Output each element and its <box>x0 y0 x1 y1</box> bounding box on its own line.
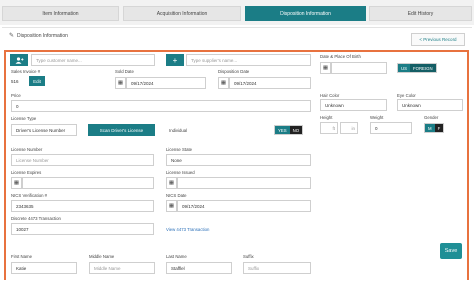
eye-color-label: Eye Color <box>397 93 416 98</box>
scan-license-button[interactable]: Scan Driver's License <box>88 124 155 136</box>
tab-bar: Item Information Acquisition Information… <box>0 0 474 25</box>
suffix-input[interactable]: Suffix <box>243 262 311 274</box>
tab-edit-history[interactable]: Edit History <box>369 6 472 21</box>
license-type-label: License Type <box>11 116 37 121</box>
middle-name-input[interactable]: Middle Name <box>89 262 155 274</box>
height-feet-input[interactable]: ft <box>320 122 338 134</box>
atf-transaction-label: Discrete 4473 Transaction <box>11 216 61 221</box>
sold-date-input[interactable]: 09/17/2024 <box>126 77 206 89</box>
gender-toggle[interactable]: M F <box>424 123 445 133</box>
nics-date-input[interactable]: 09/17/2024 <box>177 200 311 212</box>
tab-item-information[interactable]: Item Information <box>2 6 119 21</box>
license-number-label: License Number <box>11 147 43 152</box>
birthplace-us[interactable]: US <box>398 64 410 72</box>
calendar-icon[interactable]: ▦ <box>166 200 177 212</box>
calendar-icon[interactable]: ▦ <box>320 62 331 74</box>
sales-invoice-value: 516 <box>11 79 19 84</box>
birthplace-toggle[interactable]: US FOREIGN <box>397 63 437 73</box>
license-issued-input[interactable] <box>177 177 311 189</box>
individual-label: Individual <box>169 128 188 133</box>
calendar-icon[interactable]: ▦ <box>166 177 177 189</box>
previous-record-button[interactable]: < Previous Record <box>411 33 465 46</box>
license-expires-label: License Expires <box>11 170 42 175</box>
edit-invoice-button[interactable]: Edit <box>29 76 45 86</box>
last-name-input[interactable]: Stafflel <box>166 262 232 274</box>
license-expires-input[interactable] <box>22 177 154 189</box>
add-customer-button[interactable] <box>10 54 28 66</box>
license-number-input[interactable]: License Number <box>11 154 154 166</box>
license-type-select[interactable]: Driver's License Number <box>11 124 77 136</box>
gender-female[interactable]: F <box>434 124 444 132</box>
birthplace-foreign[interactable]: FOREIGN <box>409 64 436 72</box>
license-state-select[interactable]: None <box>166 154 311 166</box>
view-4473-link[interactable]: View 4473 Transaction <box>166 227 209 232</box>
nics-label: NICS Verification # <box>11 193 48 198</box>
supplier-search-input[interactable]: Type supplier's name... <box>186 54 311 66</box>
calendar-icon[interactable]: ▦ <box>115 77 126 89</box>
calendar-icon[interactable]: ▦ <box>218 77 229 89</box>
dob-label: Date & Place Of Birth <box>320 54 361 59</box>
middle-name-label: Middle Name <box>89 254 115 259</box>
suffix-label: Suffix <box>243 254 254 259</box>
dob-input[interactable] <box>331 62 387 74</box>
customer-search-input[interactable]: Type customer name... <box>31 54 155 66</box>
individual-toggle[interactable]: YES NO <box>274 125 304 135</box>
first-name-input[interactable]: Katie <box>11 262 77 274</box>
individual-no[interactable]: NO <box>289 126 303 134</box>
edit-icon: ✎ <box>9 33 15 39</box>
page-title-text: Disposition Information <box>17 32 68 39</box>
weight-input[interactable]: 0 <box>370 122 412 134</box>
tab-disposition-information[interactable]: Disposition Information <box>245 6 366 21</box>
atf-transaction-input[interactable]: 10027 <box>11 223 154 235</box>
hair-color-select[interactable]: Unknown <box>320 99 387 111</box>
height-label: Height <box>320 115 333 120</box>
plus-icon: + <box>172 55 178 65</box>
calendar-icon[interactable]: ▦ <box>11 177 22 189</box>
height-inches-input[interactable]: in <box>340 122 358 134</box>
hair-color-label: Hair Color <box>320 93 340 98</box>
sold-date-label: Sold Date <box>115 69 134 74</box>
individual-yes[interactable]: YES <box>275 126 290 134</box>
license-issued-label: License Issued <box>166 170 195 175</box>
eye-color-select[interactable]: Unknown <box>397 99 463 111</box>
page-title: ✎ Disposition Information <box>9 32 68 40</box>
gender-male[interactable]: M <box>425 124 435 132</box>
disposition-date-input[interactable]: 09/17/2024 <box>229 77 311 89</box>
sales-invoice-label: Sales Invoice # <box>11 69 41 74</box>
add-supplier-button[interactable]: + <box>166 54 184 66</box>
gender-label: Gender <box>424 115 439 120</box>
user-add-icon <box>15 56 23 64</box>
tab-acquisition-information[interactable]: Acquisition Information <box>123 6 241 21</box>
last-name-label: Last Name <box>166 254 187 259</box>
nics-input[interactable]: 2343635 <box>11 200 154 212</box>
disposition-date-label: Disposition Date <box>218 69 250 74</box>
weight-label: Weight <box>370 115 384 120</box>
save-button[interactable]: Save <box>440 243 462 259</box>
price-input[interactable]: 0 <box>11 100 311 112</box>
license-state-label: License State <box>166 147 193 152</box>
nics-date-label: NICS Date <box>166 193 187 198</box>
price-label: Price <box>11 93 21 98</box>
first-name-label: First Name <box>11 254 33 259</box>
